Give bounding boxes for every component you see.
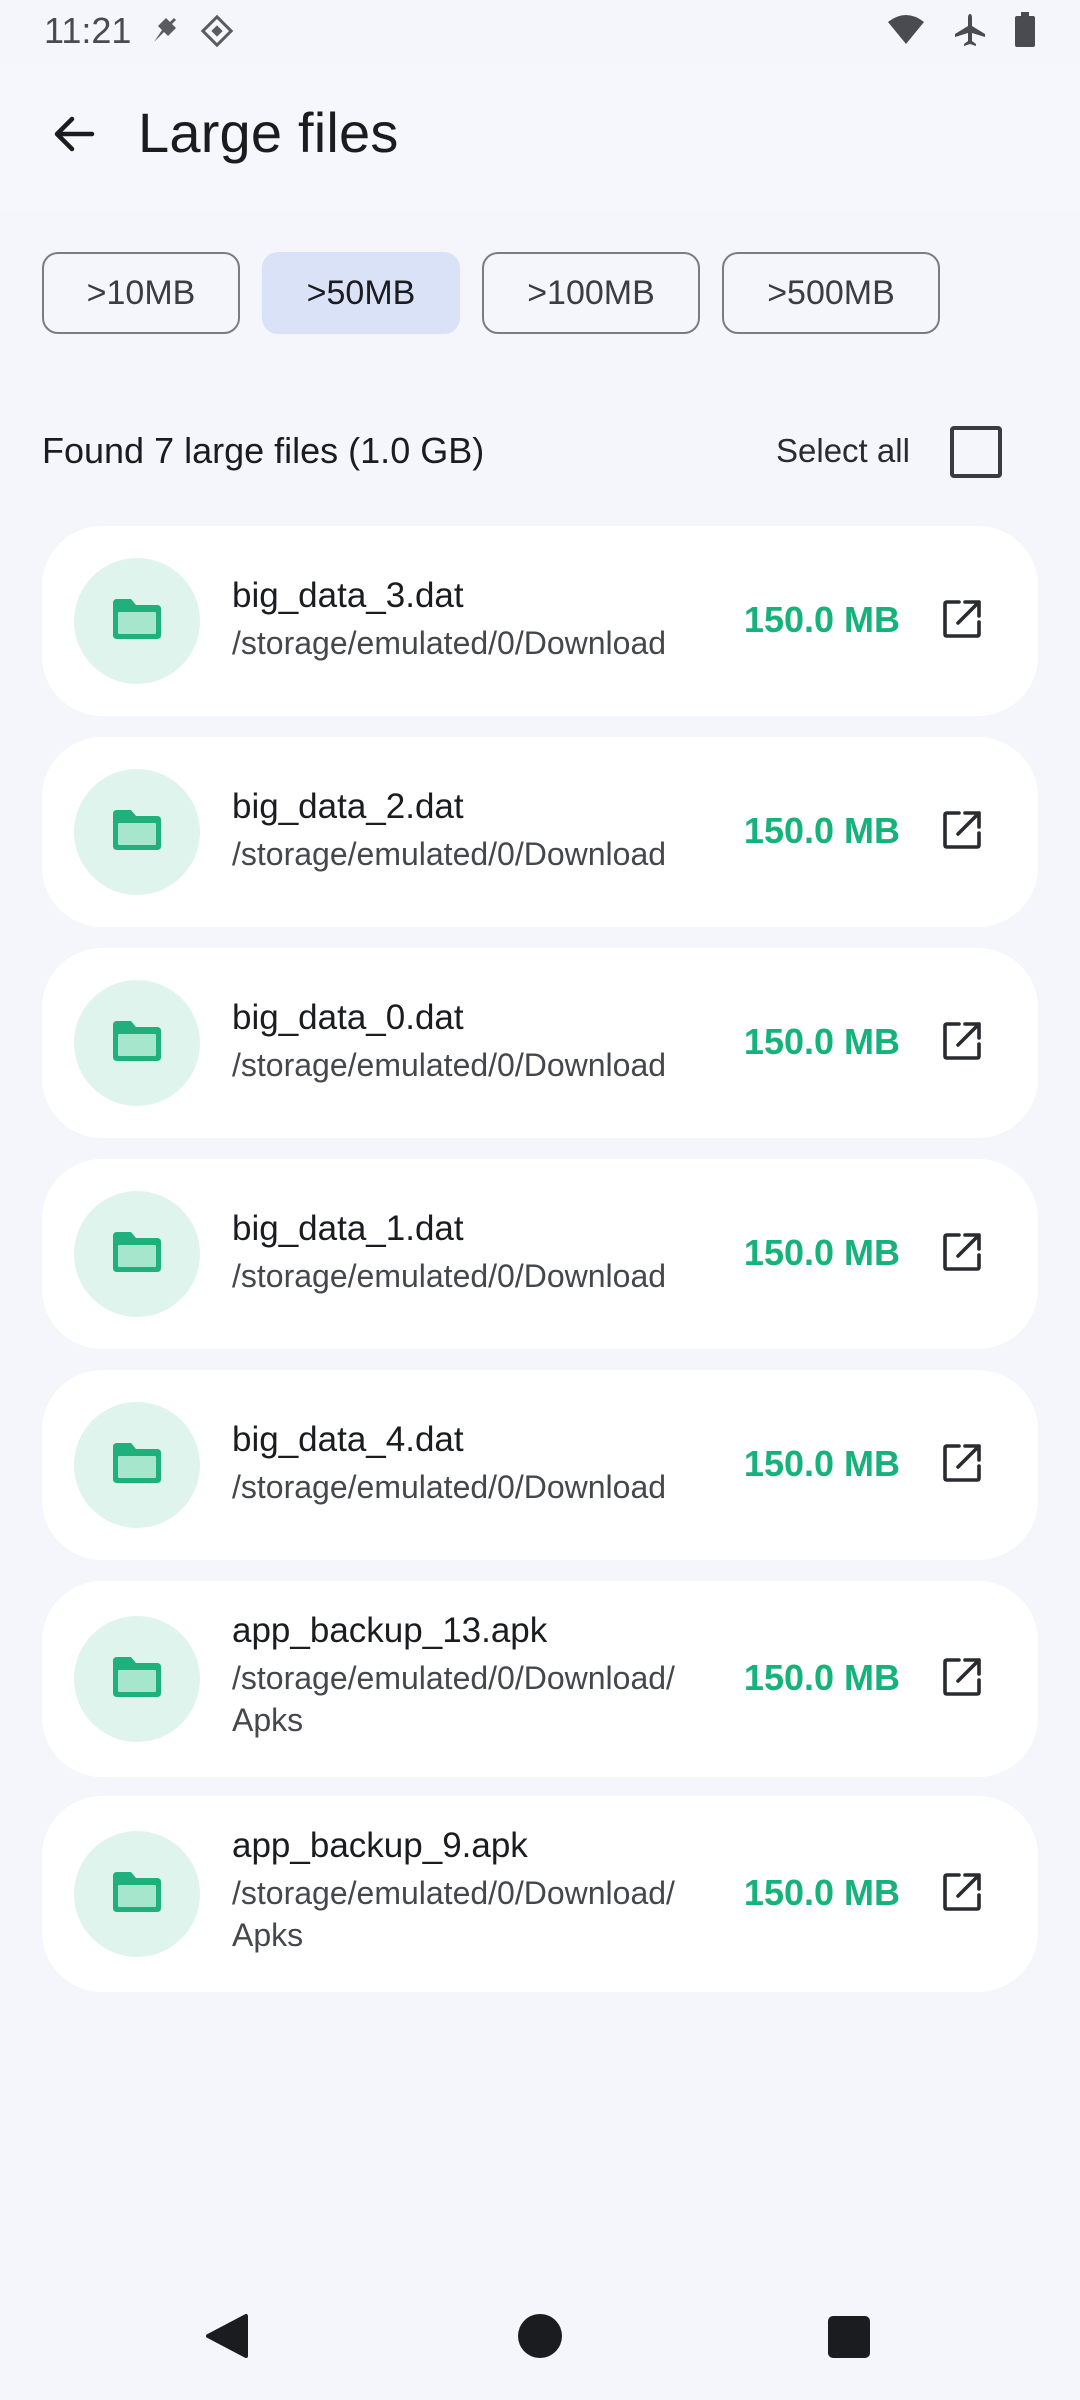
- file-list-item[interactable]: app_backup_9.apk/storage/emulated/0/Down…: [42, 1796, 1038, 1992]
- nav-recents-icon[interactable]: [828, 2316, 870, 2358]
- battery-icon: [1014, 12, 1036, 48]
- status-left-icons: [148, 12, 236, 50]
- arrow-back-icon: [50, 110, 98, 163]
- status-bar: 11:21: [0, 0, 1080, 64]
- open-in-new-icon: [941, 1020, 983, 1067]
- file-name: app_backup_13.apk: [232, 1611, 548, 1650]
- chip-50mb[interactable]: >50MB: [262, 252, 460, 334]
- size-filter-chips: >10MB >50MB >100MB >500MB: [42, 252, 962, 334]
- file-icon-container: [74, 1831, 200, 1957]
- open-in-new-icon: [941, 809, 983, 856]
- file-list-item[interactable]: big_data_4.dat/storage/emulated/0/Downlo…: [42, 1370, 1038, 1560]
- chip-10mb[interactable]: >10MB: [42, 252, 240, 334]
- results-summary: Found 7 large files (1.0 GB): [42, 430, 485, 471]
- file-size: 150.0 MB: [743, 1232, 900, 1273]
- file-list-item[interactable]: big_data_0.dat/storage/emulated/0/Downlo…: [42, 948, 1038, 1138]
- open-file-button[interactable]: [930, 1647, 994, 1711]
- select-all-label[interactable]: Select all: [776, 432, 910, 470]
- folder-icon: [109, 1868, 165, 1921]
- file-list-item[interactable]: big_data_3.dat/storage/emulated/0/Downlo…: [42, 526, 1038, 716]
- folder-icon: [109, 1439, 165, 1492]
- notification-pin-icon: [148, 12, 180, 50]
- file-path: /storage/emulated/0/Download: [232, 836, 667, 872]
- chip-500mb[interactable]: >500MB: [722, 252, 940, 334]
- back-button[interactable]: [36, 98, 112, 174]
- folder-icon: [109, 595, 165, 648]
- file-name: big_data_3.dat: [232, 576, 464, 615]
- file-name: big_data_4.dat: [232, 1420, 464, 1459]
- file-path: /storage/emulated/0/Download: [232, 1047, 667, 1083]
- top-app-bar: Large files: [0, 64, 1080, 210]
- file-path: /storage/emulated/0/Download: [232, 1258, 667, 1294]
- folder-icon: [109, 1653, 165, 1706]
- file-icon-container: [74, 1402, 200, 1528]
- nav-back-icon[interactable]: [204, 2312, 250, 2365]
- file-icon-container: [74, 1616, 200, 1742]
- open-in-new-icon: [941, 1231, 983, 1278]
- file-path: /storage/emulated/0/Download/ Apks: [232, 1875, 675, 1953]
- file-icon-container: [74, 769, 200, 895]
- open-in-new-icon: [941, 1871, 983, 1918]
- open-file-button[interactable]: [930, 589, 994, 653]
- file-name: big_data_2.dat: [232, 787, 464, 826]
- open-file-button[interactable]: [930, 800, 994, 864]
- file-size: 150.0 MB: [743, 1443, 900, 1484]
- page-title: Large files: [138, 101, 399, 164]
- folder-icon: [109, 806, 165, 859]
- file-path: /storage/emulated/0/Download/ Apks: [232, 1660, 675, 1738]
- wifi-icon: [886, 14, 926, 46]
- file-icon-container: [74, 980, 200, 1106]
- nav-home-icon[interactable]: [518, 2314, 562, 2358]
- file-size: 150.0 MB: [743, 810, 900, 851]
- open-in-new-icon: [941, 598, 983, 645]
- airplane-mode-icon: [952, 12, 988, 48]
- file-size: 150.0 MB: [743, 1872, 900, 1913]
- chip-100mb[interactable]: >100MB: [482, 252, 700, 334]
- file-path: /storage/emulated/0/Download: [232, 1469, 667, 1505]
- open-file-button[interactable]: [930, 1862, 994, 1926]
- system-navigation-bar: [0, 2290, 1080, 2400]
- file-name: big_data_0.dat: [232, 998, 464, 1037]
- open-file-button[interactable]: [930, 1222, 994, 1286]
- open-in-new-icon: [941, 1656, 983, 1703]
- status-right-icons: [886, 12, 1036, 48]
- file-size: 150.0 MB: [743, 1021, 900, 1062]
- status-time: 11:21: [44, 10, 132, 51]
- folder-icon: [109, 1228, 165, 1281]
- file-name: app_backup_9.apk: [232, 1826, 528, 1865]
- folder-icon: [109, 1017, 165, 1070]
- file-icon-container: [74, 1191, 200, 1317]
- file-size: 150.0 MB: [743, 1657, 900, 1698]
- file-icon-container: [74, 558, 200, 684]
- file-list-item[interactable]: big_data_2.dat/storage/emulated/0/Downlo…: [42, 737, 1038, 927]
- file-list-item[interactable]: app_backup_13.apk/storage/emulated/0/Dow…: [42, 1581, 1038, 1777]
- large-files-screen: 11:21 Large files >10MB >50MB >100MB >50…: [0, 0, 1080, 2400]
- select-all-checkbox[interactable]: [950, 426, 1002, 478]
- file-size: 150.0 MB: [743, 599, 900, 640]
- file-name: big_data_1.dat: [232, 1209, 464, 1248]
- open-in-new-icon: [941, 1442, 983, 1489]
- file-path: /storage/emulated/0/Download: [232, 625, 667, 661]
- system-badge-icon: [198, 12, 236, 50]
- open-file-button[interactable]: [930, 1433, 994, 1497]
- open-file-button[interactable]: [930, 1011, 994, 1075]
- file-list-item[interactable]: big_data_1.dat/storage/emulated/0/Downlo…: [42, 1159, 1038, 1349]
